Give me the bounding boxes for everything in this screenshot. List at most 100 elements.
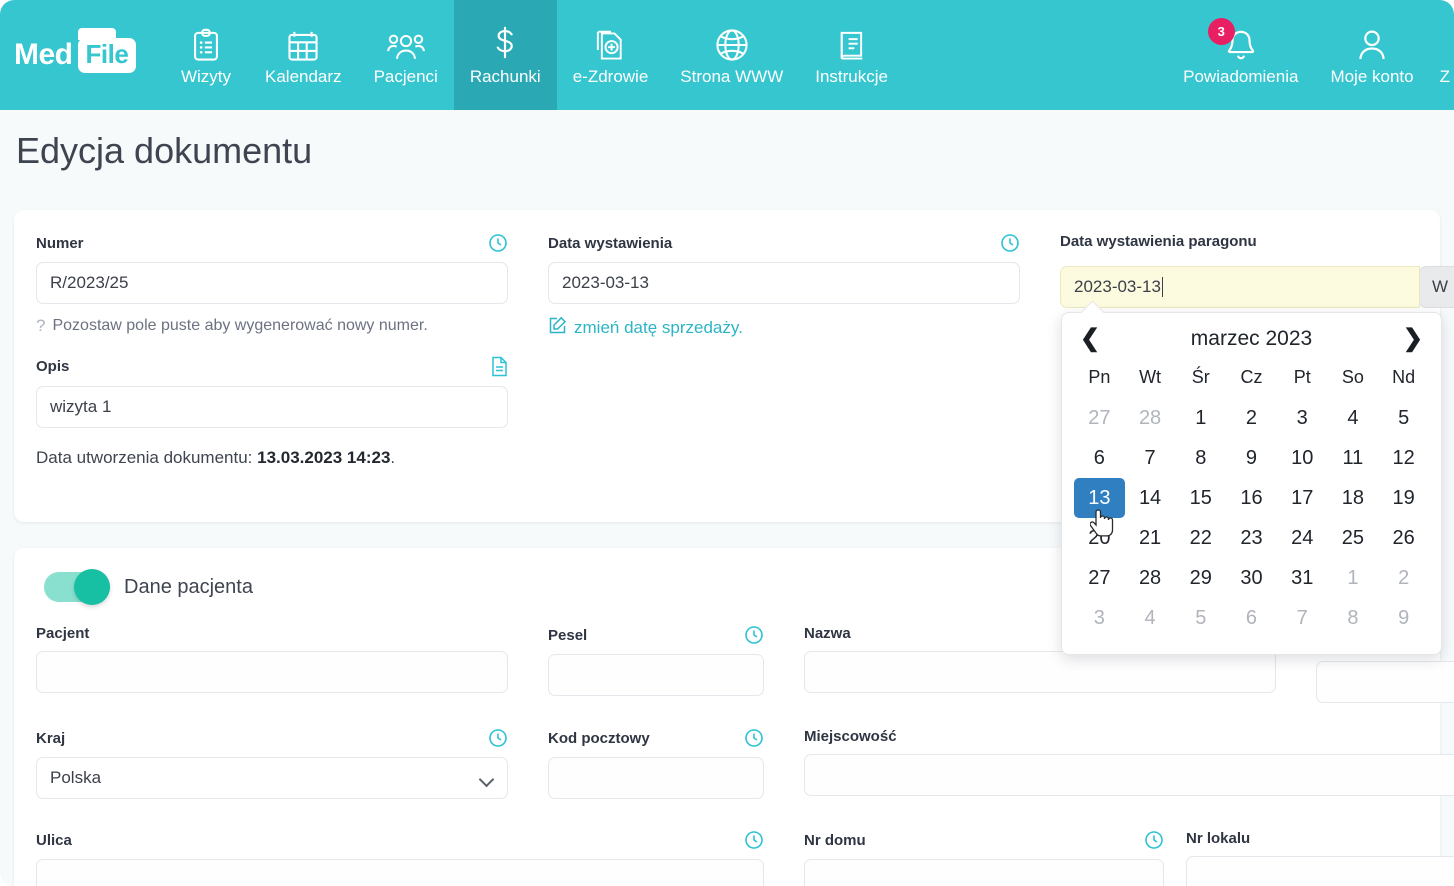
history-clock-icon[interactable] — [744, 728, 764, 748]
date-picker-weekday: Pn — [1074, 361, 1125, 398]
date-picker-day[interactable]: 17 — [1277, 478, 1328, 518]
date-picker-day[interactable]: 16 — [1226, 478, 1277, 518]
date-picker-day[interactable]: 27 — [1074, 558, 1125, 598]
date-picker-day[interactable]: 22 — [1175, 518, 1226, 558]
data-paragonu-side-button[interactable]: W — [1419, 266, 1454, 308]
data-paragonu-input[interactable]: 2023-03-13 — [1060, 266, 1420, 308]
date-picker-day[interactable]: 4 — [1125, 598, 1176, 638]
created-date-prefix: Data utworzenia dokumentu: — [36, 448, 257, 467]
kod-pocztowy-input[interactable] — [548, 757, 764, 799]
date-picker-day[interactable]: 4 — [1328, 398, 1379, 438]
date-picker-day[interactable]: 8 — [1328, 598, 1379, 638]
date-picker-day[interactable]: 26 — [1378, 518, 1429, 558]
nav-item-label: Kalendarz — [265, 67, 342, 87]
date-picker-weekday: Pt — [1277, 361, 1328, 398]
nav-item-wizyty[interactable]: Wizyty — [163, 0, 249, 110]
nav-item-pacjenci[interactable]: Pacjenci — [358, 0, 454, 110]
next-month-button[interactable]: ❯ — [1403, 327, 1423, 351]
pesel-input[interactable] — [548, 654, 764, 696]
nr-domu-label-row: Nr domu — [804, 830, 1164, 850]
date-picker-day[interactable]: 31 — [1277, 558, 1328, 598]
date-picker-day[interactable]: 6 — [1226, 598, 1277, 638]
date-picker-weekday: Nd — [1378, 361, 1429, 398]
date-picker-day[interactable]: 24 — [1277, 518, 1328, 558]
date-picker-day[interactable]: 23 — [1226, 518, 1277, 558]
date-picker-day[interactable]: 3 — [1277, 398, 1328, 438]
history-clock-icon[interactable] — [744, 625, 764, 645]
opis-input[interactable] — [36, 386, 508, 428]
date-picker-day-selected[interactable]: 13 — [1074, 478, 1125, 518]
nav-item-instrukcje[interactable]: Instrukcje — [799, 0, 904, 110]
document-icon[interactable] — [491, 356, 508, 377]
date-picker-day[interactable]: 8 — [1175, 438, 1226, 478]
nav-item-rachunki[interactable]: Rachunki — [454, 0, 557, 110]
date-picker-day[interactable]: 5 — [1175, 598, 1226, 638]
date-picker-day[interactable]: 9 — [1226, 438, 1277, 478]
date-picker-day[interactable]: 20 — [1074, 518, 1125, 558]
date-picker-day[interactable]: 15 — [1175, 478, 1226, 518]
date-picker-day[interactable]: 11 — [1328, 438, 1379, 478]
nav-item-wyloguj[interactable]: Z — [1430, 0, 1454, 110]
nav-item-powiadomienia[interactable]: 3 Powiadomienia — [1167, 0, 1314, 110]
top-navigation-bar: Med File Wizyty — [0, 0, 1454, 110]
nr-lokalu-input[interactable] — [1186, 856, 1454, 886]
nav-item-moje-konto[interactable]: Moje konto — [1314, 0, 1429, 110]
date-picker-day[interactable]: 6 — [1074, 438, 1125, 478]
nav-item-ezdrowie[interactable]: e-Zdrowie — [557, 0, 665, 110]
date-picker-day[interactable]: 18 — [1328, 478, 1379, 518]
date-picker-day[interactable]: 12 — [1378, 438, 1429, 478]
date-picker-day[interactable]: 1 — [1328, 558, 1379, 598]
numer-input[interactable] — [36, 262, 508, 304]
history-clock-icon[interactable] — [744, 830, 764, 850]
date-picker-day[interactable]: 2 — [1226, 398, 1277, 438]
date-picker-day[interactable]: 7 — [1125, 438, 1176, 478]
text-caret — [1162, 277, 1163, 297]
history-clock-icon[interactable] — [488, 233, 508, 253]
bell-icon: 3 — [1225, 24, 1257, 62]
calendar-icon — [287, 24, 319, 62]
dane-pacjenta-toggle[interactable] — [44, 572, 110, 602]
numer-hint-row: ? Pozostaw pole puste aby wygenerować no… — [36, 316, 508, 336]
date-picker-day[interactable]: 2 — [1378, 558, 1429, 598]
date-picker-day[interactable]: 29 — [1175, 558, 1226, 598]
date-picker-day[interactable]: 25 — [1328, 518, 1379, 558]
history-clock-icon[interactable] — [1000, 233, 1020, 253]
data-wystawienia-input[interactable] — [548, 262, 1020, 304]
zmien-date-sprzedazy-text: zmień datę sprzedaży. — [574, 318, 743, 338]
date-picker-day[interactable]: 28 — [1125, 398, 1176, 438]
brand-logo-med: Med — [14, 38, 73, 72]
date-picker-day[interactable]: 1 — [1175, 398, 1226, 438]
zmien-date-sprzedazy-link[interactable]: zmień datę sprzedaży. — [548, 316, 1020, 340]
kraj-select[interactable]: Polska — [36, 757, 508, 799]
date-picker-day[interactable]: 5 — [1378, 398, 1429, 438]
numer-label: Numer — [36, 235, 84, 252]
date-picker-day[interactable]: 9 — [1378, 598, 1429, 638]
ulica-input[interactable] — [36, 859, 764, 886]
history-clock-icon[interactable] — [1144, 830, 1164, 850]
pacjent-input[interactable] — [36, 651, 508, 693]
date-picker-day[interactable]: 7 — [1277, 598, 1328, 638]
date-picker-day[interactable]: 28 — [1125, 558, 1176, 598]
nazwa-input[interactable] — [804, 651, 1276, 693]
nr-domu-input[interactable] — [804, 859, 1164, 886]
miejscowosc-input[interactable] — [804, 754, 1454, 796]
date-picker-day[interactable]: 3 — [1074, 598, 1125, 638]
date-picker-day[interactable]: 21 — [1125, 518, 1176, 558]
date-picker-month-title: marzec 2023 — [1191, 327, 1312, 351]
date-picker-day[interactable]: 30 — [1226, 558, 1277, 598]
nav-item-strona-www[interactable]: Strona WWW — [664, 0, 799, 110]
history-clock-icon[interactable] — [488, 728, 508, 748]
data-paragonu-label: Data wystawienia paragonu — [1060, 233, 1257, 250]
nav-item-kalendarz[interactable]: Kalendarz — [249, 0, 358, 110]
data-paragonu-value: 2023-03-13 — [1074, 277, 1161, 297]
nav-item-label: Moje konto — [1330, 67, 1413, 87]
prev-month-button[interactable]: ❮ — [1080, 327, 1100, 351]
nazwa-extra-input[interactable] — [1316, 661, 1454, 703]
clipboard-icon — [191, 24, 221, 62]
date-picker-day[interactable]: 19 — [1378, 478, 1429, 518]
date-picker-day[interactable]: 27 — [1074, 398, 1125, 438]
date-picker-day[interactable]: 14 — [1125, 478, 1176, 518]
health-card-icon — [596, 24, 626, 62]
date-picker-day[interactable]: 10 — [1277, 438, 1328, 478]
brand-logo[interactable]: Med File — [0, 0, 163, 110]
